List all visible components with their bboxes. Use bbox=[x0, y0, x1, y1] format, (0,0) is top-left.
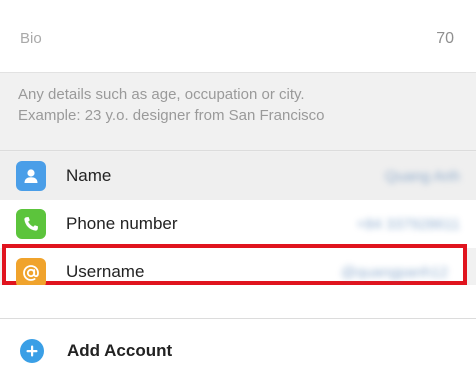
name-row[interactable]: Name Quang Anh bbox=[0, 152, 476, 200]
bio-hint-line-2: Example: 23 y.o. designer from San Franc… bbox=[18, 107, 325, 124]
bio-hint-line-1: Any details such as age, occupation or c… bbox=[18, 86, 305, 103]
name-label: Name bbox=[66, 166, 112, 185]
plus-circle-icon bbox=[20, 339, 44, 363]
person-icon bbox=[16, 161, 46, 191]
bio-placeholder: Bio bbox=[20, 30, 42, 47]
add-account-label: Add Account bbox=[67, 341, 173, 360]
phone-number-label: Phone number bbox=[66, 214, 178, 233]
add-account-divider bbox=[0, 318, 476, 319]
phone-icon bbox=[16, 209, 46, 239]
phone-number-row[interactable]: Phone number +84 337928611 bbox=[0, 200, 476, 248]
name-value: Quang Anh bbox=[384, 167, 460, 185]
bio-char-counter: 70 bbox=[436, 30, 454, 47]
spacer bbox=[0, 285, 476, 321]
add-account-button[interactable]: Add Account bbox=[0, 320, 476, 383]
at-sign-icon bbox=[16, 258, 46, 288]
username-value: @quangpanh12 bbox=[341, 263, 448, 281]
bio-hint: Any details such as age, occupation or c… bbox=[18, 84, 468, 126]
bio-field[interactable]: Bio 70 bbox=[0, 0, 476, 73]
username-label: Username bbox=[66, 262, 145, 281]
section-divider bbox=[0, 150, 476, 151]
phone-number-value: +84 337928611 bbox=[356, 215, 460, 233]
